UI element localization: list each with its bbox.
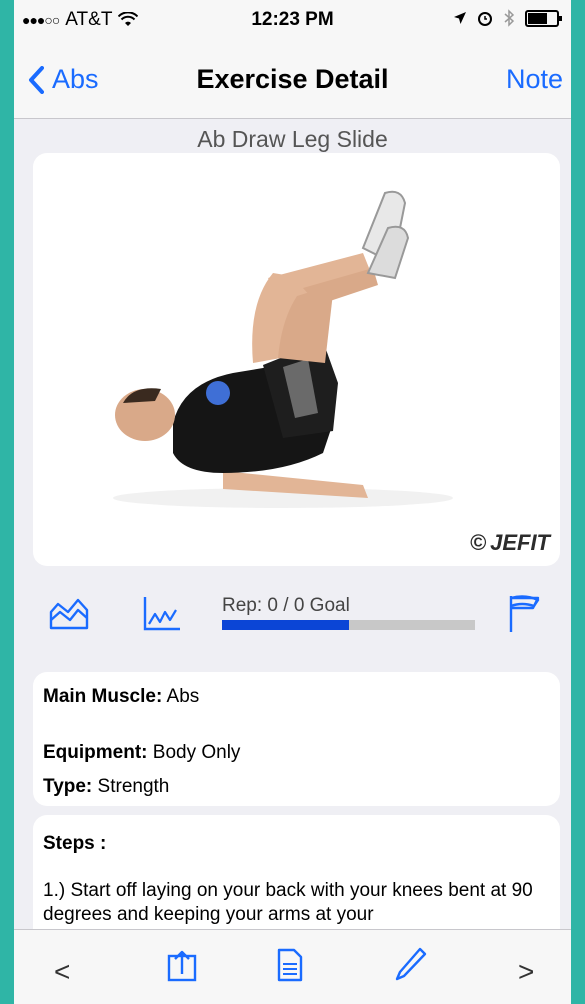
exercise-name: Ab Draw Leg Slide bbox=[197, 126, 388, 152]
rep-progress-fill bbox=[222, 620, 349, 630]
equipment-row: Equipment: Body Only bbox=[43, 742, 240, 764]
flag-button[interactable] bbox=[508, 594, 542, 634]
alarm-clock-icon bbox=[478, 12, 492, 26]
next-exercise-button[interactable]: > bbox=[518, 956, 534, 988]
history-chart-button[interactable] bbox=[48, 590, 90, 632]
share-button[interactable] bbox=[167, 948, 197, 982]
page-title: Exercise Detail bbox=[196, 64, 389, 94]
exercise-image: © JEFIT bbox=[33, 153, 560, 566]
type-row: Type: Strength bbox=[43, 776, 169, 798]
line-graph-button[interactable] bbox=[142, 594, 182, 634]
equipment-value: Body Only bbox=[152, 742, 241, 763]
main-muscle-value: Abs bbox=[166, 686, 200, 707]
main-muscle-row: Main Muscle: Abs bbox=[43, 686, 199, 708]
rep-goal-label: Rep: 0 / 0 Goal bbox=[222, 595, 350, 616]
equipment-label: Equipment: bbox=[43, 742, 148, 763]
rep-progress-bar bbox=[222, 620, 475, 630]
exercise-illustration bbox=[113, 190, 453, 508]
status-right bbox=[453, 9, 562, 27]
previous-exercise-button[interactable]: < bbox=[54, 956, 70, 988]
exercise-info-card: Main Muscle: Abs Equipment: Body Only Ty… bbox=[33, 672, 560, 806]
main-muscle-label: Main Muscle: bbox=[43, 686, 163, 707]
note-button[interactable]: Note bbox=[506, 64, 563, 95]
type-value: Strength bbox=[97, 776, 170, 797]
copyright-logo-icon: © bbox=[469, 530, 487, 555]
phone-screen: ●●●○○ AT&T 12:23 PM Abs Exercise Detail … bbox=[14, 0, 571, 1004]
status-bar: ●●●○○ AT&T 12:23 PM bbox=[14, 0, 571, 40]
document-button[interactable] bbox=[277, 948, 303, 982]
bottom-toolbar: < > bbox=[14, 929, 571, 1004]
bluetooth-icon bbox=[504, 9, 515, 27]
pencil-edit-icon[interactable] bbox=[394, 946, 428, 982]
location-arrow-icon bbox=[454, 12, 466, 24]
navigation-bar: Abs Exercise Detail Note bbox=[14, 40, 571, 119]
type-label: Type: bbox=[43, 776, 93, 797]
watermark-text: JEFIT bbox=[490, 530, 550, 555]
steps-text: 1.) Start off laying on your back with y… bbox=[43, 880, 533, 925]
jefit-watermark: © JEFIT bbox=[470, 530, 550, 556]
steps-heading: Steps : bbox=[43, 833, 107, 854]
battery-icon bbox=[525, 9, 562, 27]
